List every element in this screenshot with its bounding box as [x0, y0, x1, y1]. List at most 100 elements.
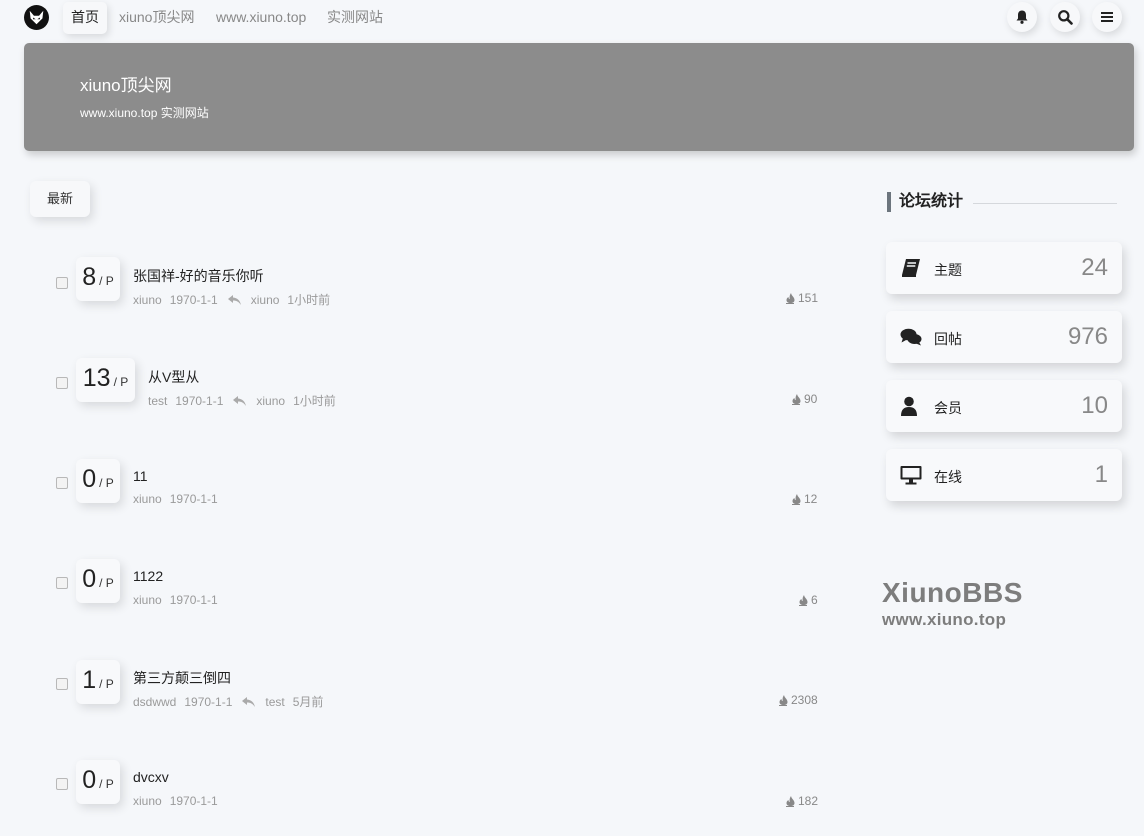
- bell-icon: [1016, 10, 1028, 24]
- thread-views: 2308: [779, 693, 818, 707]
- page-unit: / P: [99, 476, 114, 490]
- nav-item-test-site[interactable]: 实测网站: [327, 2, 383, 34]
- thread-checkbox[interactable]: [56, 778, 68, 790]
- thread-checkbox[interactable]: [56, 277, 68, 289]
- thread-title[interactable]: 张国祥-好的音乐你听: [133, 266, 264, 286]
- brand-name: XiunoBBS: [882, 577, 1023, 608]
- page-count: 1: [82, 666, 97, 694]
- last-reply-time: 1小时前: [293, 394, 336, 408]
- thread-date: 1970-1-1: [169, 492, 218, 506]
- thread-title[interactable]: dvcxv: [133, 769, 169, 785]
- thread-row: 0 / P dvcxv xiuno 1970-1-1 182: [0, 755, 830, 815]
- thread-title[interactable]: 11: [133, 468, 148, 484]
- notification-button[interactable]: [1007, 2, 1037, 32]
- menu-icon: [1101, 12, 1113, 22]
- monitor-icon: [900, 466, 922, 485]
- site-logo[interactable]: [24, 5, 49, 30]
- fire-icon: [792, 393, 801, 405]
- thread-date: 1970-1-1: [169, 292, 218, 307]
- thread-meta: xiuno 1970-1-1: [133, 593, 226, 607]
- thread-date: 1970-1-1: [169, 794, 218, 808]
- thread-author[interactable]: dsdwwd: [133, 695, 176, 709]
- stat-topics[interactable]: 主题 24: [886, 242, 1122, 294]
- thread-date: 1970-1-1: [169, 593, 218, 607]
- page-unit: / P: [99, 677, 114, 691]
- fire-icon: [786, 795, 795, 807]
- page-count: 0: [82, 465, 97, 493]
- stat-online[interactable]: 在线 1: [886, 449, 1122, 501]
- page-count: 8: [82, 263, 97, 291]
- page-count-badge: 0 / P: [76, 760, 120, 804]
- page-count: 0: [82, 766, 97, 794]
- view-count: 2308: [791, 693, 818, 707]
- thread-row: 13 / P 从V型从 test 1970-1-1 xiuno 1小时前 90: [0, 353, 830, 413]
- site-banner: xiuno顶尖网 www.xiuno.top 实测网站: [24, 43, 1134, 151]
- thread-views: 151: [786, 291, 818, 305]
- reply-icon: [227, 294, 241, 305]
- view-count: 90: [804, 392, 818, 406]
- banner-title: xiuno顶尖网: [80, 76, 172, 95]
- thread-checkbox[interactable]: [56, 678, 68, 690]
- page-count-badge: 1 / P: [76, 660, 120, 704]
- view-count: 151: [798, 291, 819, 305]
- view-count: 12: [804, 492, 818, 506]
- thread-checkbox[interactable]: [56, 377, 68, 389]
- thread-author[interactable]: xiuno: [133, 794, 162, 808]
- thread-date: 1970-1-1: [175, 393, 224, 408]
- banner-subtitle: www.xiuno.top 实测网站: [80, 106, 209, 120]
- thread-row: 1 / P 第三方颠三倒四 dsdwwd 1970-1-1 test 5月前 2…: [0, 655, 830, 715]
- view-count: 6: [811, 593, 818, 607]
- thread-author[interactable]: xiuno: [133, 492, 162, 506]
- stat-value: 976: [1067, 323, 1108, 350]
- menu-button[interactable]: [1092, 2, 1122, 32]
- stat-label: 会员: [934, 400, 962, 416]
- nav-item-xiuno[interactable]: xiuno顶尖网: [119, 2, 194, 34]
- book-icon: [902, 259, 920, 277]
- thread-views: 90: [792, 392, 817, 406]
- last-reply-user[interactable]: test: [265, 695, 284, 709]
- thread-author[interactable]: xiuno: [133, 293, 162, 307]
- stat-label: 主题: [934, 262, 962, 278]
- thread-title[interactable]: 1122: [133, 568, 163, 584]
- page-unit: / P: [113, 375, 129, 389]
- thread-author[interactable]: xiuno: [133, 593, 162, 607]
- thread-checkbox[interactable]: [56, 477, 68, 489]
- nav-item-home[interactable]: 首页: [63, 2, 107, 34]
- reply-icon: [233, 395, 247, 406]
- stat-members[interactable]: 会员 10: [886, 380, 1122, 432]
- page-count-badge: 0 / P: [76, 559, 120, 603]
- cat-logo-icon: [29, 10, 44, 25]
- thread-checkbox[interactable]: [56, 577, 68, 589]
- stat-label: 回帖: [934, 331, 962, 347]
- thread-title[interactable]: 从V型从: [148, 367, 199, 387]
- search-button[interactable]: [1050, 2, 1080, 32]
- thread-views: 12: [792, 492, 817, 506]
- thread-views: 182: [786, 794, 818, 808]
- thread-views: 6: [799, 593, 818, 607]
- thread-meta: xiuno 1970-1-1: [133, 492, 226, 506]
- page-count-badge: 0 / P: [76, 459, 120, 503]
- thread-title[interactable]: 第三方颠三倒四: [133, 668, 231, 688]
- fire-icon: [786, 292, 795, 304]
- xiunobbs-brand-logo: XiunoBBS www.xiuno.top: [882, 578, 1023, 630]
- nav-item-site-url[interactable]: www.xiuno.top: [216, 2, 306, 34]
- page-count: 13: [82, 364, 111, 392]
- thread-author[interactable]: test: [148, 394, 167, 408]
- fire-icon: [779, 694, 788, 706]
- stat-value: 1: [1094, 461, 1108, 488]
- fire-icon: [792, 493, 801, 505]
- last-reply-time: 1小时前: [287, 293, 331, 307]
- page-count: 0: [82, 565, 97, 593]
- page-unit: / P: [99, 274, 114, 288]
- tab-latest[interactable]: 最新: [30, 181, 90, 217]
- page-unit: / P: [99, 576, 114, 590]
- thread-row: 0 / P 1122 xiuno 1970-1-1 6: [0, 554, 830, 614]
- last-reply-time: 5月前: [292, 695, 324, 709]
- heading-divider: [973, 203, 1117, 204]
- stat-replies[interactable]: 回帖 976: [886, 311, 1122, 363]
- last-reply-user[interactable]: xiuno: [251, 293, 280, 307]
- thread-meta: test 1970-1-1 xiuno 1小时前: [148, 392, 344, 409]
- stat-value: 24: [1081, 254, 1108, 281]
- thread-date: 1970-1-1: [184, 694, 233, 709]
- last-reply-user[interactable]: xiuno: [256, 394, 285, 408]
